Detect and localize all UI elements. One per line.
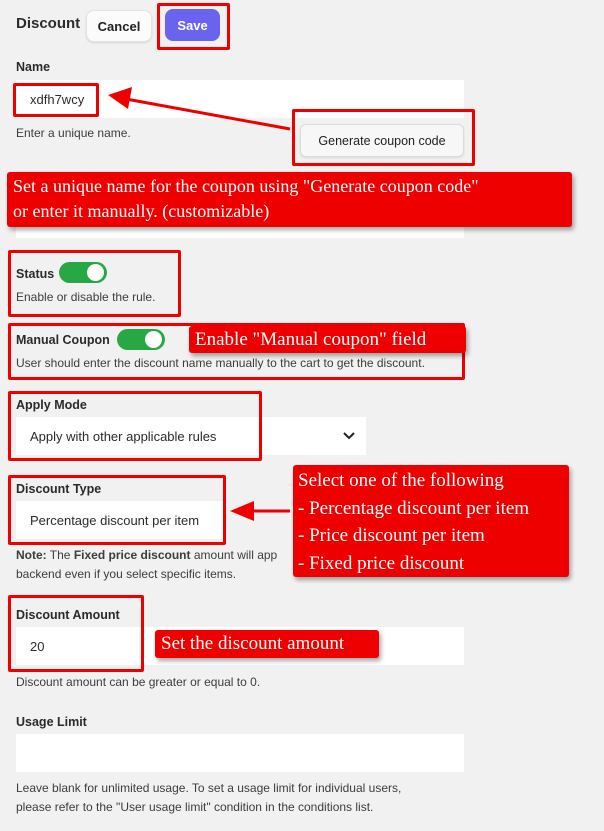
name-callout-line1: Set a unique name for the coupon using "… bbox=[13, 176, 479, 196]
note-text-1: The bbox=[46, 548, 74, 562]
arrow-icon bbox=[108, 87, 291, 131]
discount-type-callout-option: - Price discount per item bbox=[298, 525, 485, 546]
discount-amount-highlight-box bbox=[8, 595, 144, 672]
generate-highlight-box bbox=[292, 109, 475, 166]
cancel-button[interactable]: Cancel bbox=[86, 10, 152, 42]
usage-limit-help-line1: Leave blank for unlimited usage. To set … bbox=[16, 781, 402, 795]
note-bold: Fixed price discount bbox=[73, 548, 191, 562]
discount-type-note: Note: The Fixed price discount amount wi… bbox=[16, 546, 277, 565]
save-highlight-box bbox=[157, 3, 230, 50]
note-text-2: amount will app bbox=[190, 548, 278, 562]
status-highlight-box bbox=[8, 250, 181, 317]
discount-type-annotation-callout: Select one of the following - Percentage… bbox=[293, 465, 569, 577]
manual-coupon-annotation-callout: Enable "Manual coupon" field bbox=[189, 326, 466, 353]
usage-limit-input[interactable] bbox=[16, 734, 464, 772]
discount-type-callout-option: - Fixed price discount bbox=[298, 552, 465, 574]
note-prefix: Note: bbox=[16, 548, 47, 562]
name-label: Name bbox=[16, 60, 51, 74]
name-highlight-box bbox=[13, 83, 99, 117]
discount-amount-help-text: Discount amount can be greater or equal … bbox=[16, 675, 261, 689]
usage-limit-label: Usage Limit bbox=[16, 715, 87, 729]
name-annotation-callout: Set a unique name for the coupon using "… bbox=[7, 172, 572, 227]
discount-type-callout-title: Select one of the following bbox=[298, 470, 504, 491]
apply-mode-highlight-box bbox=[8, 391, 262, 461]
discount-amount-annotation-callout: Set the discount amount bbox=[155, 630, 379, 658]
discount-type-note-line2: backend even if you select specific item… bbox=[16, 567, 237, 581]
name-callout-line2: or enter it manually. (customizable) bbox=[13, 201, 270, 221]
discount-type-highlight-box bbox=[8, 475, 226, 545]
page-title: Discount bbox=[16, 15, 81, 32]
usage-limit-help-line2: please refer to the "User usage limit" c… bbox=[16, 800, 374, 814]
chevron-down-icon bbox=[343, 432, 355, 440]
discount-type-callout-option: - Percentage discount per item bbox=[298, 497, 530, 519]
arrow-icon bbox=[230, 501, 290, 521]
